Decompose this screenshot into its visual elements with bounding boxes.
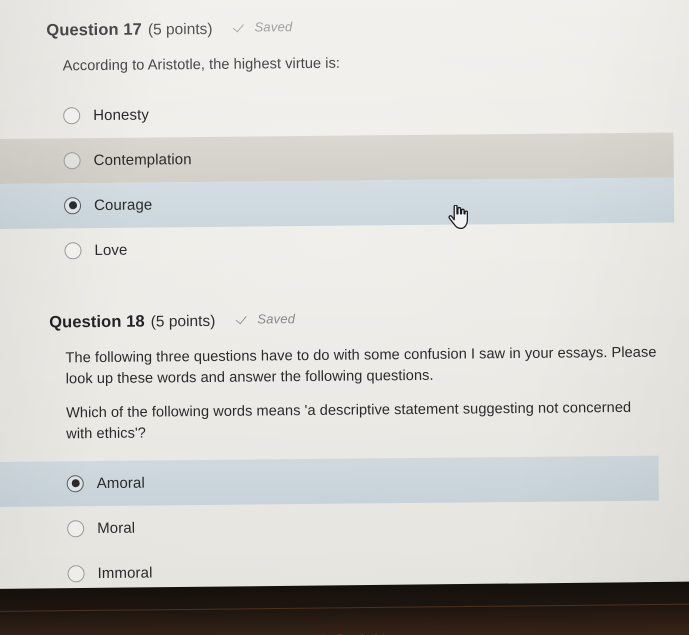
question-title: Question 17 xyxy=(46,20,143,40)
quiz-page-surface: Question 17 (5 points) Saved According t… xyxy=(0,0,689,608)
question-points: (5 points) xyxy=(150,312,216,331)
question-title: Question 18 xyxy=(49,312,145,332)
radio-button[interactable] xyxy=(67,520,85,538)
option-label: Honesty xyxy=(93,106,150,124)
answer-options-18: Amoral Moral Immoral xyxy=(0,455,689,597)
option-label: Love xyxy=(94,241,128,259)
radio-button[interactable] xyxy=(63,196,82,215)
question-header: Question 18 (5 points) Saved xyxy=(0,307,686,333)
option-row[interactable]: Honesty xyxy=(0,87,684,139)
saved-label: Saved xyxy=(257,311,296,327)
question-block-17: Question 17 (5 points) Saved According t… xyxy=(0,15,686,273)
prompt-paragraph: The following three questions have to do… xyxy=(65,344,657,388)
photographed-screen: Question 17 (5 points) Saved According t… xyxy=(0,0,689,635)
radio-button[interactable] xyxy=(64,241,82,260)
question-header: Question 17 (5 points) Saved xyxy=(0,15,683,41)
option-label: Immoral xyxy=(97,564,153,582)
option-row[interactable]: Moral xyxy=(0,500,688,552)
option-row[interactable]: Courage xyxy=(0,177,685,229)
option-label: Courage xyxy=(93,196,153,214)
question-block-18: Question 18 (5 points) Saved The followi… xyxy=(0,307,689,596)
option-label: Amoral xyxy=(96,474,145,492)
option-row[interactable]: Love xyxy=(0,222,686,274)
question-prompt: According to Aristotle, the highest virt… xyxy=(0,50,684,77)
prompt-paragraph: According to Aristotle, the highest virt… xyxy=(62,55,341,75)
radio-button[interactable] xyxy=(63,106,81,125)
check-icon xyxy=(234,21,247,34)
radio-button[interactable] xyxy=(63,151,81,170)
prompt-paragraph-secondary: Which of the following words means 'a de… xyxy=(65,400,632,443)
question-prompt: The following three questions have to do… xyxy=(0,342,687,445)
option-label: Contemplation xyxy=(93,150,192,169)
option-label: Moral xyxy=(97,519,136,537)
saved-status: Saved xyxy=(237,311,295,327)
radio-button[interactable] xyxy=(67,565,85,583)
option-row[interactable]: Contemplation xyxy=(0,132,685,184)
saved-label: Saved xyxy=(254,19,293,35)
radio-button[interactable] xyxy=(66,475,84,493)
check-icon xyxy=(237,313,250,326)
answer-options-17: Honesty Contemplation Courage Love xyxy=(0,87,686,274)
device-bezel: My Bookshi xyxy=(0,581,689,635)
question-points: (5 points) xyxy=(147,20,213,39)
bezel-label: My Bookshi xyxy=(0,627,689,635)
quiz-content: Question 17 (5 points) Saved According t… xyxy=(0,0,689,602)
saved-status: Saved xyxy=(234,19,292,35)
option-row[interactable]: Amoral xyxy=(0,455,688,507)
bezel-seam xyxy=(0,603,689,613)
